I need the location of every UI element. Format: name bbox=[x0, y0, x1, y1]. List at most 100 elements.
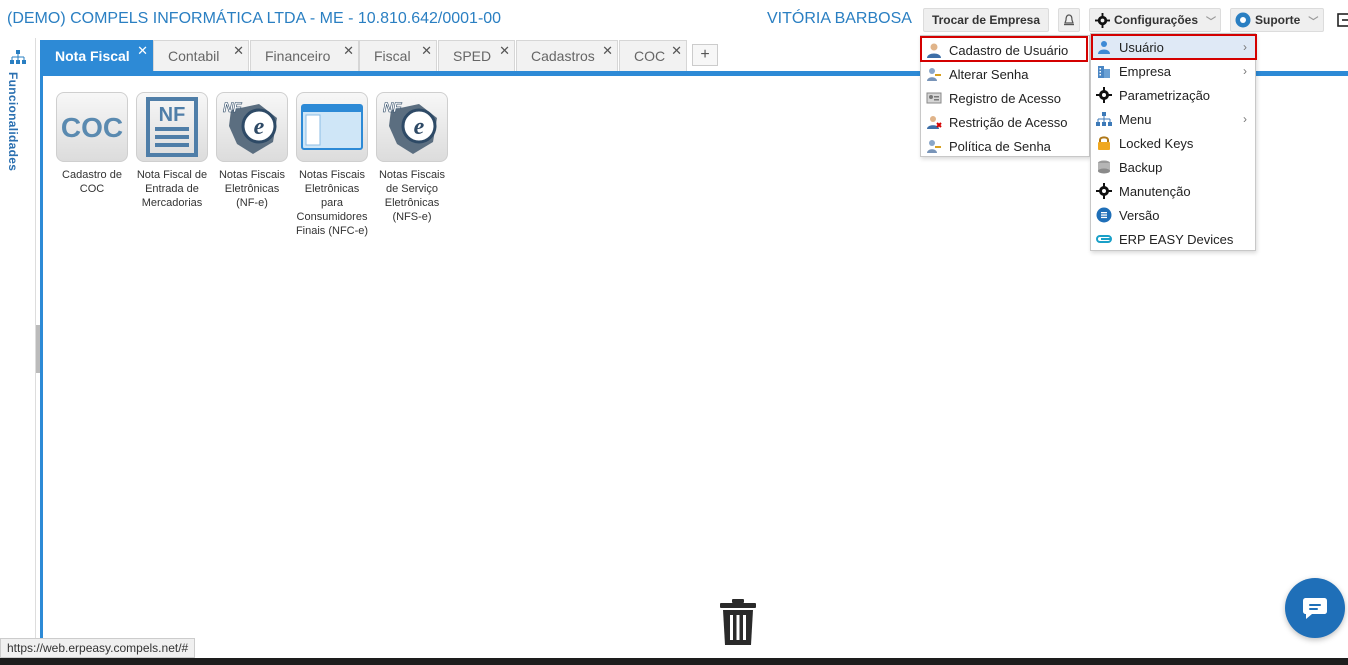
close-icon[interactable]: ✕ bbox=[233, 43, 244, 59]
tab-label: Financeiro bbox=[265, 48, 331, 64]
tab-sped[interactable]: SPED ✕ bbox=[438, 40, 515, 71]
coc-icon: COC bbox=[56, 92, 128, 162]
list-icon bbox=[1096, 207, 1112, 223]
trash-icon[interactable] bbox=[718, 598, 758, 646]
menu-item-label: Alterar Senha bbox=[949, 66, 1029, 82]
menu-item-label: Manutenção bbox=[1119, 183, 1191, 199]
menu-item-restricao-acesso[interactable]: Restrição de Acesso bbox=[921, 110, 1089, 134]
menu-item-label: Parametrização bbox=[1119, 87, 1211, 103]
menu-item-label: Menu bbox=[1119, 111, 1152, 127]
svg-text:e: e bbox=[414, 114, 425, 140]
svg-text:NF: NF bbox=[159, 104, 186, 126]
tile-label: Nota Fiscal de Entrada de Mercadorias bbox=[136, 169, 208, 209]
tab-label: COC bbox=[634, 48, 666, 64]
backup-icon bbox=[1096, 159, 1112, 175]
status-url: https://web.erpeasy.compels.net/# bbox=[0, 638, 196, 658]
menu-item-backup[interactable]: Backup bbox=[1091, 155, 1255, 179]
tab-label: Fiscal bbox=[374, 48, 411, 64]
tile-nota-fiscal-entrada[interactable]: NF Nota Fiscal de Entrada de Mercadorias bbox=[133, 92, 211, 210]
menu-item-versao[interactable]: Versão bbox=[1091, 203, 1255, 227]
menu-item-label: Restrição de Acesso bbox=[949, 114, 1068, 130]
support-icon bbox=[1235, 12, 1251, 28]
sitemap-icon bbox=[10, 50, 26, 64]
nf-document-icon: NF bbox=[136, 92, 208, 162]
close-icon[interactable]: ✕ bbox=[343, 43, 354, 59]
gear-icon bbox=[1096, 183, 1112, 199]
menu-item-alterar-senha[interactable]: Alterar Senha bbox=[921, 62, 1089, 86]
tile-label: Cadastro de COC bbox=[62, 169, 122, 195]
menu-item-locked-keys[interactable]: Locked Keys bbox=[1091, 131, 1255, 155]
sitemap-icon bbox=[1096, 111, 1112, 127]
tab-label: Cadastros bbox=[531, 48, 595, 64]
tab-contabil[interactable]: Contabil ✕ bbox=[153, 40, 249, 71]
menu-item-parametrizacao[interactable]: Parametrização bbox=[1091, 83, 1255, 107]
key-user-icon bbox=[926, 66, 942, 82]
svg-text:NF: NF bbox=[223, 99, 242, 115]
company-title: (DEMO) COMPELS INFORMÁTICA LTDA - ME - 1… bbox=[7, 10, 502, 27]
tile-nfe[interactable]: e NF Notas Fiscais Eletrônicas (NF-e) bbox=[213, 92, 291, 210]
tile-cadastro-coc[interactable]: COC Cadastro de COC bbox=[53, 92, 131, 196]
menu-item-menu[interactable]: Menu › bbox=[1091, 107, 1255, 131]
menu-item-label: Política de Senha bbox=[949, 138, 1051, 154]
tab-nota-fiscal[interactable]: Nota Fiscal ✕ bbox=[40, 40, 153, 71]
menu-item-erp-easy-devices[interactable]: ERP EASY Devices bbox=[1091, 227, 1255, 251]
tab-coc[interactable]: COC ✕ bbox=[619, 40, 687, 71]
tab-financeiro[interactable]: Financeiro ✕ bbox=[250, 40, 359, 71]
gear-icon bbox=[1096, 87, 1112, 103]
menu-item-label: Registro de Acesso bbox=[949, 90, 1062, 106]
chevron-down-icon: ﹀ bbox=[1206, 16, 1217, 28]
close-icon[interactable]: ✕ bbox=[137, 43, 148, 59]
menu-item-label: Locked Keys bbox=[1119, 135, 1194, 151]
menu-item-manutencao[interactable]: Manutenção bbox=[1091, 179, 1255, 203]
building-icon bbox=[1096, 63, 1112, 79]
tab-cadastros[interactable]: Cadastros ✕ bbox=[516, 40, 618, 71]
menu-item-label: Versão bbox=[1119, 207, 1160, 223]
tab-fiscal[interactable]: Fiscal ✕ bbox=[359, 40, 437, 71]
functionalities-sidebar[interactable]: Funcionalidades bbox=[0, 38, 36, 665]
logout-button[interactable] bbox=[1334, 8, 1348, 32]
close-icon[interactable]: ✕ bbox=[671, 43, 682, 59]
chevron-right-icon: › bbox=[1243, 64, 1247, 78]
menu-item-label: Empresa bbox=[1119, 63, 1172, 79]
key-user-icon bbox=[926, 138, 942, 154]
menu-item-label: Backup bbox=[1119, 159, 1163, 175]
tile-nfse[interactable]: e NF Notas Fiscais de Serviço Eletrônicas… bbox=[373, 92, 451, 224]
chat-button[interactable] bbox=[1285, 578, 1345, 638]
support-menu-button[interactable]: Suporte ﹀ bbox=[1230, 8, 1324, 32]
tab-label: SPED bbox=[453, 48, 492, 64]
close-icon[interactable]: ✕ bbox=[499, 43, 510, 59]
svg-text:e: e bbox=[254, 114, 265, 140]
tile-label: Notas Fiscais Eletrônicas para Consumido… bbox=[295, 169, 369, 237]
tile-label: Notas Fiscais de Serviço Eletrônicas (NF… bbox=[378, 169, 446, 223]
menu-item-registro-acesso[interactable]: Registro de Acesso bbox=[921, 86, 1089, 110]
add-tab-button[interactable]: + bbox=[692, 44, 718, 66]
svg-text:COC: COC bbox=[61, 112, 123, 143]
notifications-button[interactable] bbox=[1058, 8, 1080, 32]
menu-item-politica-senha[interactable]: Política de Senha bbox=[921, 134, 1089, 158]
switch-company-button[interactable]: Trocar de Empresa bbox=[923, 8, 1049, 32]
chevron-right-icon: › bbox=[1243, 112, 1247, 126]
close-icon[interactable]: ✕ bbox=[602, 43, 613, 59]
gear-icon bbox=[1095, 12, 1110, 28]
tile-nfce[interactable]: Notas Fiscais Eletrônicas para Consumido… bbox=[293, 92, 371, 238]
devices-icon bbox=[1096, 231, 1112, 247]
user-name[interactable]: VITÓRIA BARBOSA bbox=[767, 10, 912, 28]
bell-icon bbox=[1064, 13, 1074, 25]
tab-label: Contabil bbox=[168, 48, 220, 64]
tab-label: Nota Fiscal bbox=[55, 48, 130, 64]
settings-menu-button[interactable]: Configurações ﹀ bbox=[1089, 8, 1221, 32]
id-card-icon bbox=[926, 90, 942, 106]
highlight-box bbox=[1091, 34, 1257, 60]
support-label: Suporte bbox=[1255, 13, 1301, 27]
lock-icon bbox=[1096, 135, 1112, 151]
menu-item-label: ERP EASY Devices bbox=[1119, 231, 1234, 247]
sidebar-title: Funcionalidades bbox=[6, 72, 20, 172]
svg-text:NF: NF bbox=[383, 99, 402, 115]
tile-label: Notas Fiscais Eletrônicas (NF-e) bbox=[218, 169, 286, 209]
window-icon bbox=[296, 92, 368, 162]
menu-item-empresa[interactable]: Empresa › bbox=[1091, 59, 1255, 83]
settings-dropdown: Usuário › Empresa › Parametrização Menu … bbox=[1090, 33, 1256, 251]
chat-icon bbox=[1303, 598, 1327, 619]
close-icon[interactable]: ✕ bbox=[421, 43, 432, 59]
taskbar bbox=[0, 658, 1348, 665]
